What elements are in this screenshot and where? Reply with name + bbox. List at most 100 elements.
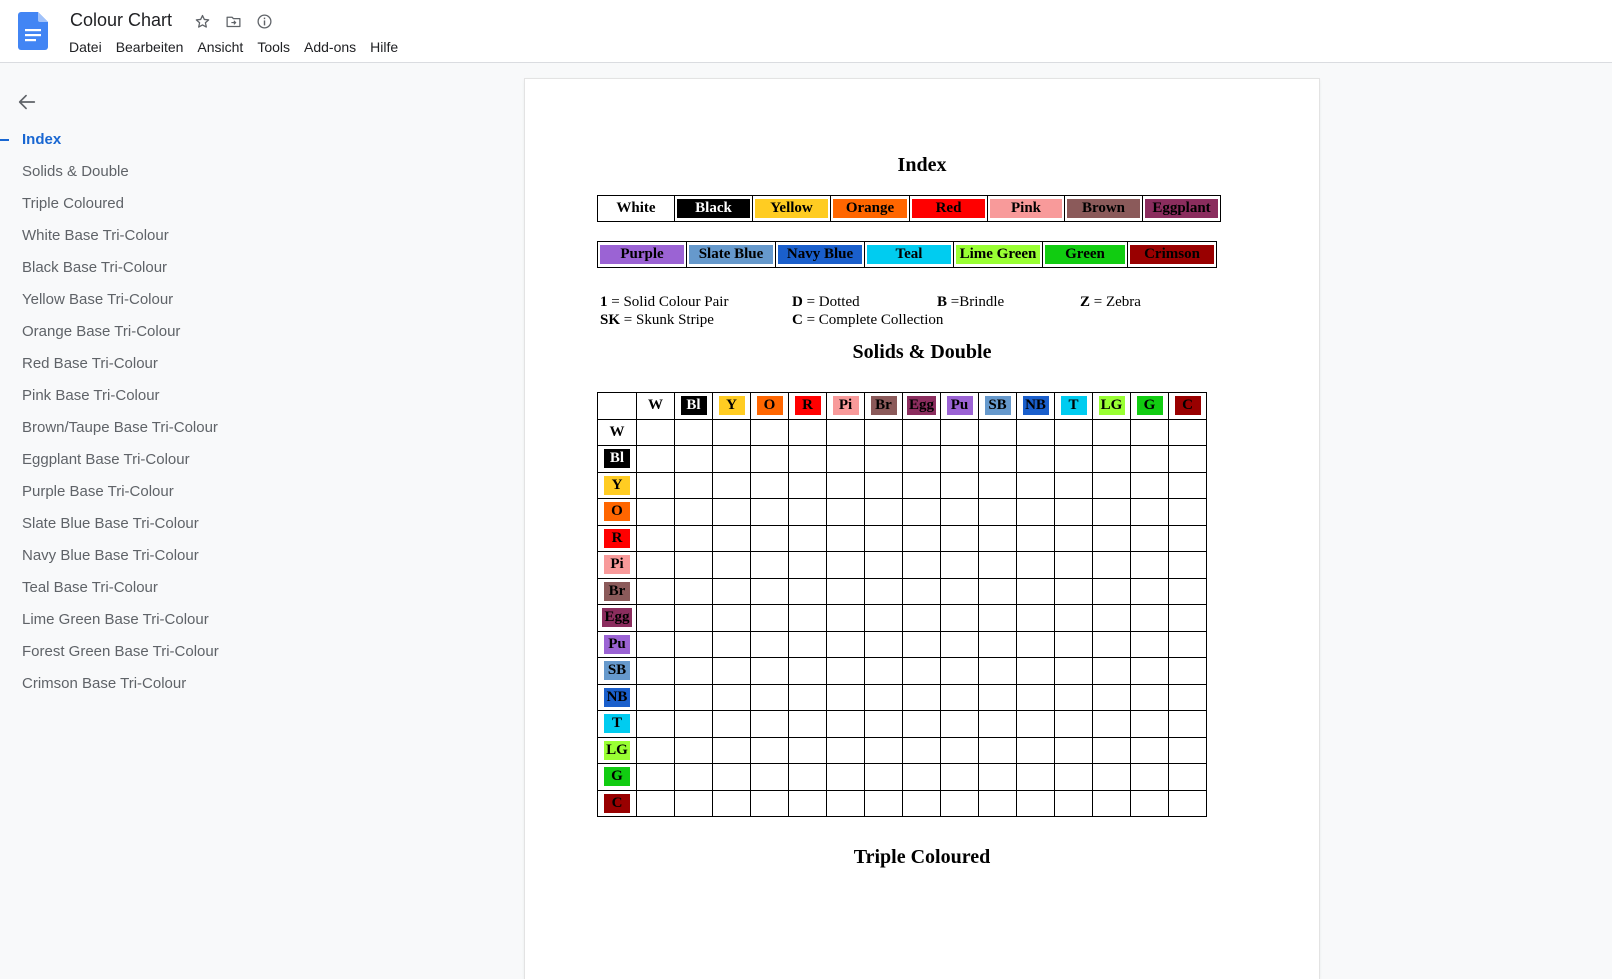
grid-cell[interactable] xyxy=(712,471,751,499)
grid-cell[interactable] xyxy=(788,524,827,552)
grid-cell[interactable] xyxy=(1092,445,1131,473)
grid-cell[interactable] xyxy=(636,471,675,499)
grid-cell[interactable] xyxy=(1092,657,1131,685)
grid-cell[interactable] xyxy=(1130,471,1169,499)
outline-item[interactable]: Forest Green Base Tri-Colour xyxy=(0,638,480,670)
grid-cell[interactable] xyxy=(750,577,789,605)
grid-cell[interactable] xyxy=(1054,657,1093,685)
grid-cell[interactable] xyxy=(978,604,1017,632)
grid-cell[interactable] xyxy=(978,524,1017,552)
grid-cell[interactable] xyxy=(674,551,713,579)
grid-cell[interactable] xyxy=(788,789,827,817)
grid-cell[interactable] xyxy=(864,498,903,526)
grid-cell[interactable] xyxy=(902,736,941,764)
outline-item[interactable]: Crimson Base Tri-Colour xyxy=(0,670,480,702)
grid-cell[interactable] xyxy=(940,710,979,738)
grid-cell[interactable] xyxy=(826,710,865,738)
grid-cell[interactable] xyxy=(940,736,979,764)
grid-cell[interactable] xyxy=(674,736,713,764)
outline-item[interactable]: Orange Base Tri-Colour xyxy=(0,318,480,350)
grid-cell[interactable] xyxy=(1016,471,1055,499)
grid-cell[interactable] xyxy=(674,577,713,605)
grid-cell[interactable] xyxy=(750,736,789,764)
grid-cell[interactable] xyxy=(864,445,903,473)
grid-cell[interactable] xyxy=(978,551,1017,579)
grid-cell[interactable] xyxy=(1168,577,1207,605)
outline-item[interactable]: Purple Base Tri-Colour xyxy=(0,478,480,510)
grid-cell[interactable] xyxy=(864,789,903,817)
grid-cell[interactable] xyxy=(674,683,713,711)
grid-cell[interactable] xyxy=(1168,498,1207,526)
grid-cell[interactable] xyxy=(940,418,979,446)
grid-cell[interactable] xyxy=(1054,551,1093,579)
grid-cell[interactable] xyxy=(674,789,713,817)
grid-cell[interactable] xyxy=(1092,683,1131,711)
grid-cell[interactable] xyxy=(636,683,675,711)
grid-cell[interactable] xyxy=(1054,630,1093,658)
grid-cell[interactable] xyxy=(1092,524,1131,552)
grid-cell[interactable] xyxy=(826,577,865,605)
grid-cell[interactable] xyxy=(940,630,979,658)
grid-cell[interactable] xyxy=(712,418,751,446)
grid-cell[interactable] xyxy=(1054,471,1093,499)
back-arrow-icon[interactable] xyxy=(16,91,38,113)
grid-cell[interactable] xyxy=(712,683,751,711)
grid-cell[interactable] xyxy=(902,604,941,632)
outline-item[interactable]: White Base Tri-Colour xyxy=(0,222,480,254)
grid-cell[interactable] xyxy=(1016,524,1055,552)
grid-cell[interactable] xyxy=(750,471,789,499)
grid-cell[interactable] xyxy=(636,763,675,791)
grid-cell[interactable] xyxy=(1092,498,1131,526)
grid-cell[interactable] xyxy=(674,604,713,632)
grid-cell[interactable] xyxy=(864,524,903,552)
grid-cell[interactable] xyxy=(636,789,675,817)
grid-cell[interactable] xyxy=(1168,604,1207,632)
grid-cell[interactable] xyxy=(826,604,865,632)
outline-item[interactable]: Index xyxy=(0,126,480,158)
grid-cell[interactable] xyxy=(1168,445,1207,473)
grid-cell[interactable] xyxy=(1016,630,1055,658)
grid-cell[interactable] xyxy=(1016,551,1055,579)
grid-cell[interactable] xyxy=(940,551,979,579)
grid-cell[interactable] xyxy=(712,577,751,605)
grid-cell[interactable] xyxy=(636,445,675,473)
grid-cell[interactable] xyxy=(712,736,751,764)
grid-cell[interactable] xyxy=(902,630,941,658)
grid-cell[interactable] xyxy=(978,789,1017,817)
outline-item[interactable]: Yellow Base Tri-Colour xyxy=(0,286,480,318)
grid-cell[interactable] xyxy=(1130,630,1169,658)
grid-cell[interactable] xyxy=(1130,445,1169,473)
menu-datei[interactable]: Datei xyxy=(69,39,102,55)
grid-cell[interactable] xyxy=(750,630,789,658)
grid-cell[interactable] xyxy=(902,471,941,499)
grid-cell[interactable] xyxy=(788,604,827,632)
grid-cell[interactable] xyxy=(788,630,827,658)
grid-cell[interactable] xyxy=(788,577,827,605)
grid-cell[interactable] xyxy=(674,498,713,526)
grid-cell[interactable] xyxy=(978,630,1017,658)
outline-item[interactable]: Eggplant Base Tri-Colour xyxy=(0,446,480,478)
move-folder-icon[interactable] xyxy=(224,12,243,31)
grid-cell[interactable] xyxy=(902,789,941,817)
grid-cell[interactable] xyxy=(712,498,751,526)
grid-cell[interactable] xyxy=(978,683,1017,711)
grid-cell[interactable] xyxy=(712,551,751,579)
grid-cell[interactable] xyxy=(864,630,903,658)
grid-cell[interactable] xyxy=(940,683,979,711)
grid-cell[interactable] xyxy=(864,418,903,446)
grid-cell[interactable] xyxy=(674,471,713,499)
grid-cell[interactable] xyxy=(864,471,903,499)
grid-cell[interactable] xyxy=(1054,418,1093,446)
grid-cell[interactable] xyxy=(864,683,903,711)
grid-cell[interactable] xyxy=(940,524,979,552)
grid-cell[interactable] xyxy=(712,657,751,685)
grid-cell[interactable] xyxy=(1016,683,1055,711)
grid-cell[interactable] xyxy=(636,577,675,605)
grid-cell[interactable] xyxy=(864,763,903,791)
grid-cell[interactable] xyxy=(940,763,979,791)
grid-cell[interactable] xyxy=(1054,577,1093,605)
grid-cell[interactable] xyxy=(1130,498,1169,526)
grid-cell[interactable] xyxy=(788,683,827,711)
grid-cell[interactable] xyxy=(940,498,979,526)
grid-cell[interactable] xyxy=(788,657,827,685)
